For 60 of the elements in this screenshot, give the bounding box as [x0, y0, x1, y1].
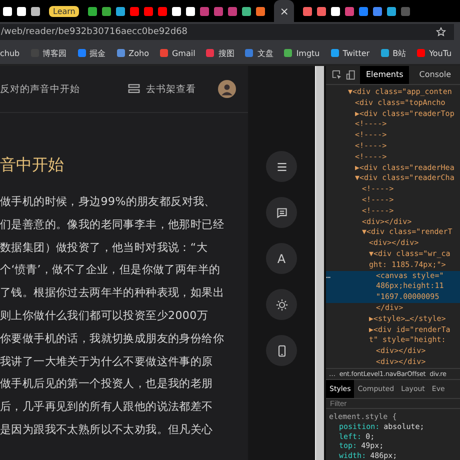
paragraph-line: 是因为跟我不太熟所以不太劝我。但凡关心	[0, 422, 214, 438]
paragraph-line: 们是善意的。像我的老同事李丰，他那时已经	[0, 216, 225, 233]
tab-favicon-icon[interactable]	[317, 6, 326, 16]
paragraph-line: 了钱。根据你过去两年半的种种表现，如果出	[0, 285, 225, 302]
bookmark[interactable]: 文盘	[245, 48, 274, 58]
phone-icon	[276, 344, 288, 356]
comment-button[interactable]	[266, 197, 297, 228]
device-icon[interactable]	[346, 70, 356, 80]
bookmark[interactable]: Zoho	[116, 48, 149, 58]
bookmark[interactable]: Gmail	[160, 48, 196, 58]
tab-favicon-icon[interactable]	[242, 6, 252, 16]
tab-favicon-icon[interactable]	[17, 6, 26, 16]
bookmark[interactable]: YouTu	[417, 48, 452, 58]
star-icon[interactable]	[436, 27, 446, 37]
tab-favicon-icon[interactable]	[303, 6, 312, 16]
bookmark[interactable]: 掘金	[78, 48, 106, 58]
phone-button[interactable]	[266, 335, 297, 366]
bookmark[interactable]: Imgtu	[284, 48, 320, 58]
bookmark[interactable]: Twitter	[330, 48, 370, 58]
url-field[interactable]: /web/reader/be932b30716aecc0be92d68	[0, 24, 454, 40]
paragraph-line: 我讲了一大堆关于为什么不要做这件事的原	[0, 354, 214, 370]
active-tab[interactable]: ×	[274, 0, 294, 22]
paragraph-line: 你要做手机的话，我就切换成朋友的身份给你	[0, 330, 225, 347]
comment-icon	[276, 206, 288, 218]
font-button[interactable]: A	[266, 243, 297, 274]
paragraph-line: 个‘愤青’，做不了企业，但是你做了两年半的	[0, 262, 222, 278]
bookshelf-link[interactable]: 去书架查看	[127, 82, 196, 96]
paragraph-line: 做手机后见的第一个投资人，也是我的老朋	[0, 376, 214, 392]
bookmark[interactable]: B站	[380, 48, 406, 58]
paragraph-line: 则上你做什么我们都可以投资至少2000万	[0, 308, 209, 324]
menu-button[interactable]	[266, 151, 297, 182]
tab-favicon-icon[interactable]	[116, 6, 126, 16]
brightness-button[interactable]	[266, 289, 297, 320]
tab-favicon-icon[interactable]	[172, 6, 182, 16]
tab-favicon-icon[interactable]	[186, 6, 196, 16]
avatar-icon[interactable]	[218, 80, 236, 98]
tab-favicon-icon[interactable]	[331, 6, 340, 16]
paragraph-line: 做手机的时候，身边99%的朋友都反对我、	[0, 194, 216, 210]
bookmark[interactable]: 博客园	[30, 48, 67, 58]
brightness-icon	[276, 298, 288, 310]
scrollbar[interactable]	[315, 66, 324, 460]
bookmark[interactable]: chub	[0, 48, 20, 58]
paragraph-line: 后，几乎再见到的所有人跟他的说法都差不	[0, 399, 214, 416]
close-icon[interactable]: ×	[280, 4, 289, 18]
tab-favicon-icon[interactable]	[31, 6, 40, 16]
tab-favicon-icon[interactable]	[256, 6, 266, 16]
tab-favicon-icon[interactable]	[102, 6, 112, 16]
tab-favicon-icon[interactable]	[88, 6, 98, 16]
devtools-tab[interactable]: Elements	[360, 66, 410, 84]
menu-icon	[276, 160, 288, 172]
devtools-tab[interactable]: Console	[413, 66, 458, 84]
tab-favicon-icon[interactable]	[387, 6, 396, 16]
bookmark[interactable]: 搜图	[206, 48, 234, 58]
chapter-title: 音中开始	[0, 155, 65, 176]
tab-favicon-icon[interactable]	[3, 6, 12, 16]
paragraph-line: 数据集团）做投资了，他当时对我说：“大	[0, 240, 208, 256]
book-title: 反对的声音中开始	[0, 82, 81, 96]
bookshelf-icon	[128, 84, 140, 93]
tab-group-label[interactable]: Learn	[49, 6, 80, 16]
inspect-icon[interactable]	[332, 70, 342, 80]
